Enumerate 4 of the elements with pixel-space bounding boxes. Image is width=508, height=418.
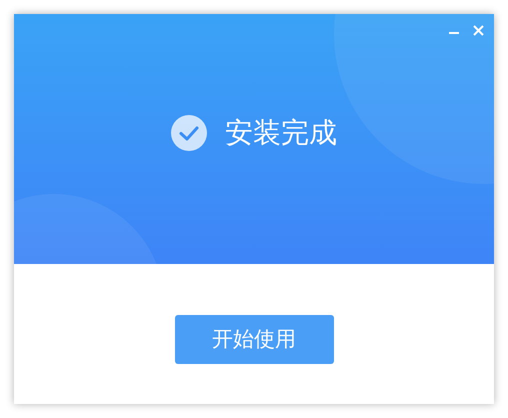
minimize-icon bbox=[449, 32, 459, 34]
status-title: 安装完成 bbox=[225, 115, 337, 151]
start-button[interactable]: 开始使用 bbox=[174, 314, 334, 364]
close-icon bbox=[472, 24, 484, 36]
